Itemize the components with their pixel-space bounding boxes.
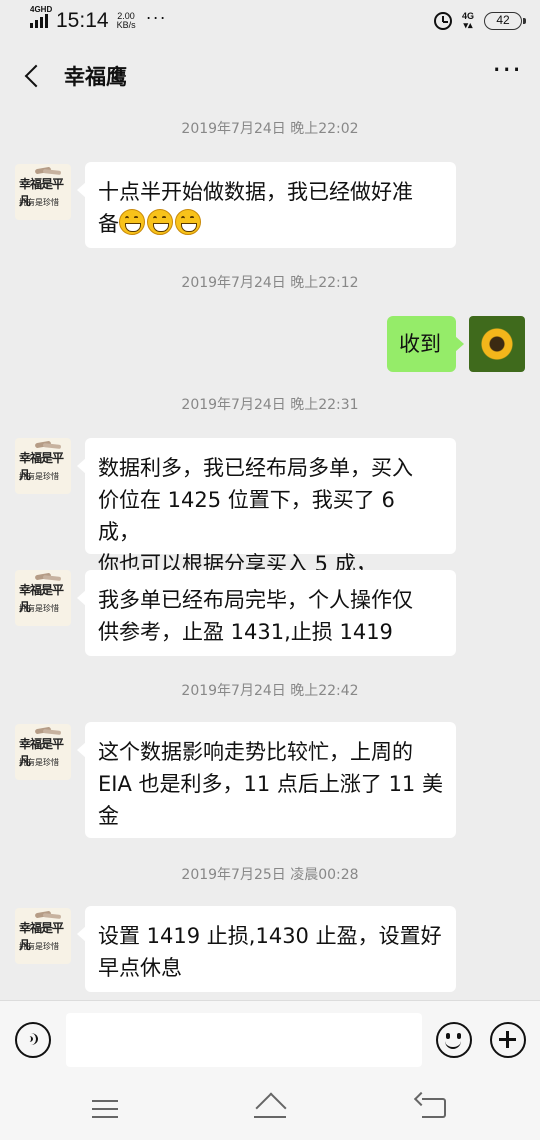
network-4g-indicator: 4G ▾▴: [461, 11, 474, 30]
timestamp: 2019年7月24日 晚上22:42: [181, 683, 359, 699]
avatar[interactable]: 幸福是平凡 拥有是珍惜: [15, 164, 71, 220]
message-input[interactable]: [66, 1013, 422, 1067]
chat-area[interactable]: 2019年7月24日 晚上22:02 幸福是平凡 拥有是珍惜 十点半开始做数据，…: [0, 108, 540, 998]
message-bubble[interactable]: 数据利多，我已经布局多单，买入 价位在 1425 位置下，我买了 6 成， 你也…: [77, 438, 456, 576]
avatar-self[interactable]: [469, 316, 525, 372]
network-speed-unit: KB/s: [116, 20, 136, 30]
battery-icon: 42: [484, 12, 526, 30]
message-line: 供参考，止盈 1431,止损 1419: [98, 620, 393, 644]
chevron-left-icon[interactable]: [24, 64, 48, 88]
message-line: 这个数据影响走势比较忙，上周的: [98, 740, 413, 764]
message-bubble-outgoing[interactable]: 收到: [387, 316, 464, 372]
message-line: 备: [98, 208, 443, 240]
voice-icon[interactable]: [15, 1022, 51, 1058]
network-speed: 2.00 KB/s: [117, 12, 136, 30]
message-line: 早点休息: [98, 956, 182, 980]
message-line: 价位在 1425 位置下，我买了 6 成，: [98, 488, 395, 544]
home-icon[interactable]: [254, 1094, 286, 1120]
message-bubble[interactable]: 设置 1419 止损,1430 止盈，设置好 早点休息: [77, 906, 456, 992]
plus-icon[interactable]: [490, 1022, 526, 1058]
grinning-emoji-icon: [175, 209, 201, 235]
message-line: 数据利多，我已经布局多单，买入: [98, 456, 413, 480]
avatar[interactable]: 幸福是平凡 拥有是珍惜: [15, 908, 71, 964]
message-line: 十点半开始做数据，我已经做好准: [98, 180, 413, 204]
message-line: 设置 1419 止损,1430 止盈，设置好: [98, 924, 442, 948]
message-bubble[interactable]: 我多单已经布局完毕，个人操作仅 供参考，止盈 1431,止损 1419: [77, 570, 456, 656]
timestamp: 2019年7月24日 晚上22:31: [181, 397, 359, 413]
chat-header: 幸福鹰 ···: [0, 48, 540, 104]
message-line: 收到: [399, 332, 441, 356]
avatar[interactable]: 幸福是平凡 拥有是珍惜: [15, 724, 71, 780]
clock: 15:14: [56, 9, 109, 32]
emoji-icon[interactable]: [436, 1022, 472, 1058]
message-line: 金: [98, 804, 119, 828]
status-bar: 4GHD 15:14 2.00 KB/s ··· 4G ▾▴ 42: [0, 0, 540, 42]
notification-dots-icon: ···: [145, 6, 167, 27]
message-line: EIA 也是利多，11 点后上涨了 11 美: [98, 772, 443, 796]
more-dots-icon[interactable]: ···: [492, 56, 522, 92]
network-type: 4GHD: [30, 5, 53, 14]
alarm-icon: [433, 12, 452, 30]
network-4g-label: 4G: [461, 11, 474, 21]
timestamp: 2019年7月24日 晚上22:02: [181, 121, 359, 137]
message-bubble[interactable]: 十点半开始做数据，我已经做好准 备: [77, 162, 456, 248]
timestamp: 2019年7月25日 凌晨00:28: [181, 867, 359, 883]
avatar[interactable]: 幸福是平凡 拥有是珍惜: [15, 570, 71, 626]
grinning-emoji-icon: [147, 209, 173, 235]
menu-icon[interactable]: [92, 1100, 118, 1118]
message-bubble[interactable]: 这个数据影响走势比较忙，上周的 EIA 也是利多，11 点后上涨了 11 美 金: [77, 722, 456, 838]
avatar[interactable]: 幸福是平凡 拥有是珍惜: [15, 438, 71, 494]
system-nav-bar: [0, 1080, 540, 1140]
signal-icon: 4GHD: [30, 5, 52, 28]
chat-title: 幸福鹰: [64, 65, 127, 89]
grinning-emoji-icon: [119, 209, 145, 235]
timestamp: 2019年7月24日 晚上22:12: [181, 275, 359, 291]
back-icon[interactable]: [422, 1098, 446, 1118]
message-line: 我多单已经布局完毕，个人操作仅: [98, 588, 413, 612]
input-bar: [0, 1000, 540, 1080]
